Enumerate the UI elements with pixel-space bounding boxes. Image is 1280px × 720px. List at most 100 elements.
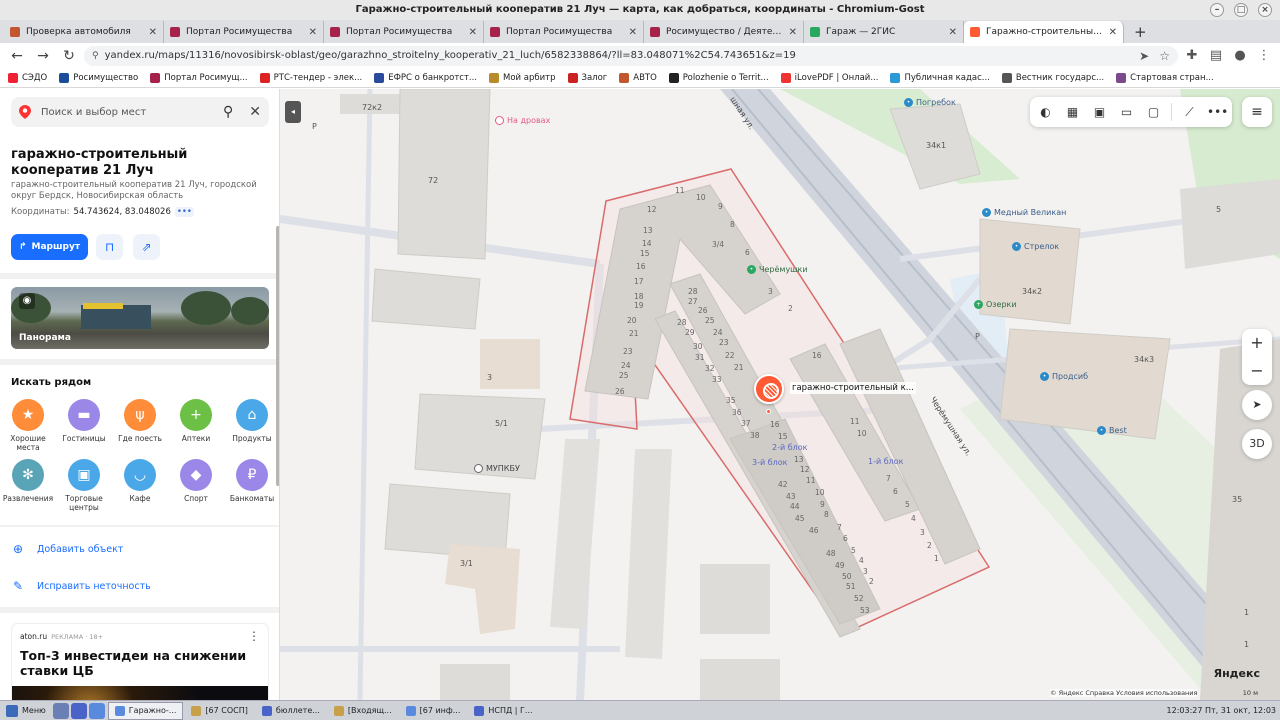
taskbar-window[interactable]: Гаражно-... (107, 701, 184, 720)
reload-icon[interactable]: ↻ (58, 46, 80, 66)
share-button[interactable]: ⇗ (133, 234, 160, 260)
poi-medny-velikan[interactable]: • Медный Великан (982, 208, 1066, 217)
start-menu-button[interactable]: Меню (0, 704, 52, 717)
coordinates-value[interactable]: 54.743624, 83.048026 (74, 207, 171, 217)
browser-tab[interactable]: Росимущество / Деятельност ✕ (644, 21, 804, 43)
bookmark-item[interactable]: Polozhenie o Territ... (668, 72, 769, 83)
poi-pogrebok[interactable]: • Погребок (904, 98, 956, 107)
bookmark-item[interactable]: ЕФРС о банкротст... (374, 72, 477, 83)
ad-card[interactable]: aton.ru РЕКЛАМА · 18+ ⋮ Топ-3 инвестидеи … (11, 623, 269, 700)
bookmark-star-icon[interactable]: ☆ (1159, 49, 1170, 63)
taskbar-window[interactable]: бюллете... (256, 702, 326, 720)
more-tools-icon[interactable]: ••• (1207, 103, 1228, 122)
browser-tab[interactable]: Проверка автомобиля ✕ (4, 21, 164, 43)
chromium-icon[interactable] (88, 702, 105, 719)
back-icon[interactable]: ← (6, 46, 28, 66)
selected-place-marker[interactable] (754, 374, 784, 404)
browser-tab[interactable]: Портал Росимущества ✕ (324, 21, 484, 43)
tab-close-icon[interactable]: ✕ (789, 27, 797, 38)
bookmark-button[interactable]: ⊓ (96, 234, 123, 260)
search-input[interactable]: Поиск и выбор мест (41, 107, 223, 118)
browser-tab[interactable]: Гараж — 2ГИС ✕ (804, 21, 964, 43)
bookmark-item[interactable]: СЭДО (8, 72, 47, 83)
map-copyright[interactable]: © Яндекс Справка Условия использования (1050, 689, 1198, 697)
nearby-category[interactable]: ★ Хорошие места (2, 399, 54, 452)
nearby-category[interactable]: ▬ Гостиницы (58, 399, 110, 443)
search-icon[interactable]: ⚲ (223, 104, 233, 120)
nearby-category[interactable]: ⌂ Продукты (226, 399, 278, 443)
close-icon[interactable]: ✕ (249, 104, 261, 120)
transport-icon[interactable]: ▭ (1117, 103, 1136, 122)
poi-cheremushki[interactable]: • Черёмушки (747, 265, 808, 274)
nearby-category[interactable]: ▣ Торговые центры (58, 459, 110, 512)
poi-best[interactable]: • Best (1097, 426, 1127, 435)
bookmark-item[interactable]: Стартовая стран... (1116, 72, 1214, 83)
yandex-browser-icon[interactable] (70, 702, 87, 719)
bookmark-item[interactable]: Портал Росимущ... (150, 72, 248, 83)
add-object-link[interactable]: ⊕ Добавить объект (11, 542, 123, 556)
poi-strelok[interactable]: • Стрелок (1012, 242, 1059, 251)
3d-button[interactable]: 3D (1242, 429, 1272, 459)
nearby-category[interactable]: ◆ Спорт (170, 459, 222, 503)
map-type-icon[interactable]: ▦ (1063, 103, 1082, 122)
tab-close-icon[interactable]: ✕ (309, 27, 317, 38)
send-icon[interactable]: ➤ (1139, 49, 1149, 63)
taskbar-window[interactable]: [67 инф... (400, 702, 467, 720)
bookmark-item[interactable]: iLovePDF | Онлай... (780, 72, 878, 83)
url-text[interactable]: yandex.ru/maps/11316/novosibirsk-oblast/… (105, 50, 1130, 61)
poi-mupkbu[interactable]: МУПКБУ (474, 464, 520, 473)
taskbar-window[interactable]: [67 СОСП] (185, 702, 253, 720)
nearby-category[interactable]: + Аптеки (170, 399, 222, 443)
search-box[interactable]: Поиск и выбор мест ⚲ ✕ (11, 97, 269, 127)
close-window-button[interactable]: × (1258, 3, 1272, 17)
app-launcher-icon[interactable] (52, 702, 69, 719)
ad-menu-icon[interactable]: ⋮ (248, 629, 260, 643)
bookmark-item[interactable]: РТС-тендер - элек... (259, 72, 362, 83)
forward-icon[interactable]: → (32, 46, 54, 66)
bookmark-item[interactable]: Публичная кадас... (890, 72, 990, 83)
layers-icon[interactable]: ◐ (1036, 103, 1055, 122)
tab-close-icon[interactable]: ✕ (469, 27, 477, 38)
bookmark-item[interactable]: Мой арбитр (489, 72, 556, 83)
address-bar[interactable]: ⚲ yandex.ru/maps/11316/novosibirsk-oblas… (84, 45, 1178, 66)
new-tab-button[interactable]: + (1124, 21, 1157, 43)
map-menu-button[interactable]: ≡ (1242, 97, 1272, 127)
nearby-category[interactable]: ◡ Кафе (114, 459, 166, 503)
downloads-icon[interactable]: ▤ (1206, 48, 1226, 63)
bookmark-item[interactable]: Росимущество (59, 72, 138, 83)
tab-close-icon[interactable]: ✕ (149, 27, 157, 38)
bookmark-item[interactable]: АВТО (619, 72, 657, 83)
tab-close-icon[interactable]: ✕ (949, 27, 957, 38)
zoom-in-button[interactable]: + (1242, 329, 1272, 357)
panorama-preview[interactable]: ◉ Панорама (11, 287, 269, 349)
bookmark-item[interactable]: Залог (567, 72, 607, 83)
browser-menu-icon[interactable]: ⋮ (1254, 48, 1274, 63)
minimize-button[interactable]: – (1210, 3, 1224, 17)
more-icon[interactable]: ••• (174, 207, 194, 217)
poi-ozerki[interactable]: + Озерки (974, 300, 1017, 309)
profile-icon[interactable]: ● (1230, 48, 1250, 63)
extensions-icon[interactable]: ✚ (1182, 48, 1202, 63)
site-info-icon[interactable]: ⚲ (92, 51, 99, 61)
zoom-out-button[interactable]: − (1242, 357, 1272, 385)
panorama-layer-icon[interactable]: ▣ (1090, 103, 1109, 122)
nearby-category[interactable]: ✻ Развлечения (2, 459, 54, 503)
marker-label[interactable]: гаражно-строительный к... (790, 382, 916, 394)
fix-error-link[interactable]: ✎ Исправить неточность (11, 579, 151, 593)
map-view[interactable]: Черёмушная ул. шная ул. 72к2 72 34к1 34к… (280, 89, 1280, 700)
collapse-sidebar-button[interactable]: ◂ (285, 101, 301, 123)
poi-na-drovah[interactable]: На дровах (495, 116, 550, 125)
nearby-category[interactable]: ψ Где поесть (114, 399, 166, 443)
ruler-icon[interactable]: ⟋ (1180, 103, 1199, 122)
browser-tab[interactable]: Портал Росимущества ✕ (164, 21, 324, 43)
tab-close-icon[interactable]: ✕ (1109, 27, 1117, 38)
route-button[interactable]: ↱ Маршрут (11, 234, 88, 260)
tab-close-icon[interactable]: ✕ (629, 27, 637, 38)
browser-tab[interactable]: Портал Росимущества ✕ (484, 21, 644, 43)
browser-tab-active[interactable]: Гаражно-строительный кооп ✕ (964, 21, 1124, 43)
nearby-category[interactable]: ₽ Банкоматы (226, 459, 278, 503)
poi-prodsib[interactable]: • Продсиб (1040, 372, 1088, 381)
geolocation-button[interactable]: ➤ (1242, 390, 1272, 420)
bookmark-item[interactable]: Вестник государс... (1001, 72, 1104, 83)
traffic-icon[interactable]: ▢ (1144, 103, 1163, 122)
